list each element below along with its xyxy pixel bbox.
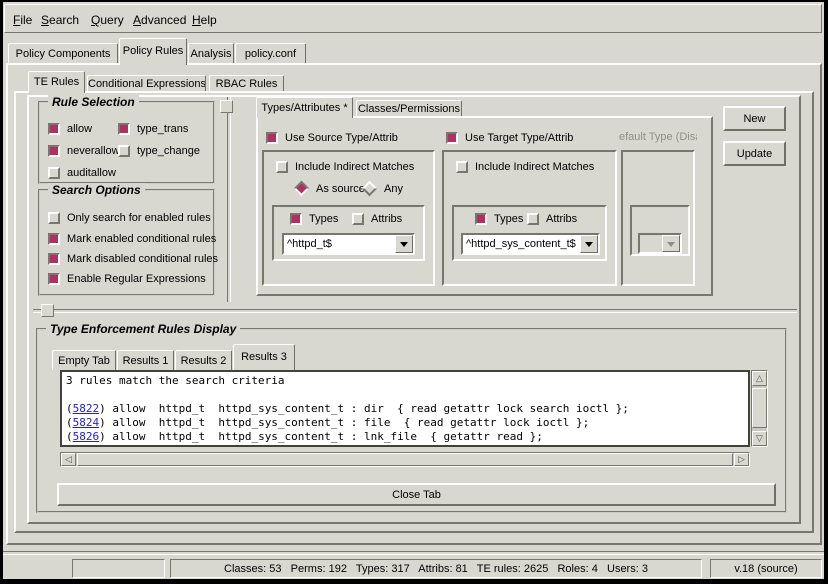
checkbox-indicator bbox=[527, 213, 539, 225]
checkbox-source-attribs[interactable]: Attribs bbox=[352, 212, 402, 225]
rule-text: ) allow httpd_t httpd_sys_content_t : di… bbox=[99, 402, 629, 415]
checkbox-target-indirect[interactable]: Include Indirect Matches bbox=[456, 160, 594, 173]
checkbox-source-types[interactable]: Types bbox=[290, 212, 338, 225]
target-type-combobox[interactable]: ^httpd_sys_content_t$ bbox=[461, 233, 600, 255]
rule-id-link[interactable]: 5824 bbox=[73, 416, 100, 429]
target-type-value[interactable]: ^httpd_sys_content_t$ bbox=[463, 235, 580, 253]
rule-id-link[interactable]: 5822 bbox=[73, 402, 100, 415]
checkbox-label: Include Indirect Matches bbox=[295, 161, 414, 173]
tab-results-3[interactable]: Results 3 bbox=[233, 344, 295, 370]
close-tab-button[interactable]: Close Tab bbox=[57, 483, 776, 506]
checkbox-indicator bbox=[352, 213, 364, 225]
rule-text: ( bbox=[66, 402, 73, 415]
rule-text: ( bbox=[66, 416, 73, 429]
radio-indicator bbox=[362, 181, 378, 197]
checkbox-indicator bbox=[276, 161, 288, 173]
rule-row: (5824) allow httpd_t httpd_sys_content_t… bbox=[66, 416, 744, 430]
dropdown-arrow-button[interactable] bbox=[580, 235, 598, 253]
checkbox-indicator bbox=[266, 132, 278, 144]
results-summary: 3 rules match the search criteria bbox=[66, 374, 744, 388]
status-panel-stats: Classes: 53 Perms: 192 Types: 317 Attrib… bbox=[170, 559, 702, 578]
radio-label: As source bbox=[316, 183, 365, 195]
chevron-down-icon bbox=[400, 242, 408, 251]
default-type-label: efault Type (Disa bbox=[619, 131, 697, 144]
results-group-title: Type Enforcement Rules Display bbox=[46, 322, 240, 336]
radio-as-source[interactable]: As source bbox=[294, 182, 365, 195]
checkbox-indicator bbox=[290, 213, 302, 225]
checkbox-label: Attribs bbox=[371, 213, 402, 225]
rule-text: ) allow httpd_t httpd_sys_content_t : fi… bbox=[99, 416, 589, 429]
checkbox-label: Use Source Type/Attrib bbox=[285, 132, 398, 144]
horizontal-sash-handle[interactable] bbox=[41, 304, 54, 317]
dropdown-arrow-button[interactable] bbox=[395, 235, 413, 253]
source-type-value[interactable]: ^httpd_t$ bbox=[284, 235, 395, 253]
tab-empty-tab[interactable]: Empty Tab bbox=[52, 350, 116, 370]
rule-row: (5826) allow httpd_t httpd_sys_content_t… bbox=[66, 430, 744, 444]
rule-row: (5822) allow httpd_t httpd_sys_content_t… bbox=[66, 402, 744, 416]
apol-window: File Search Query Advanced Help Policy C… bbox=[0, 0, 828, 584]
source-type-combobox[interactable]: ^httpd_t$ bbox=[282, 233, 415, 255]
dropdown-arrow-button bbox=[662, 235, 680, 252]
horizontal-scrollbar-thumb[interactable] bbox=[77, 453, 733, 466]
horizontal-scrollbar[interactable]: ◁ ▷ bbox=[60, 452, 750, 467]
scroll-right-arrow-icon[interactable]: ▷ bbox=[734, 453, 749, 466]
checkbox-target-types[interactable]: Types bbox=[475, 212, 523, 225]
default-type-combobox bbox=[638, 233, 682, 254]
checkbox-label: Types bbox=[494, 213, 523, 225]
tab-results-2[interactable]: Results 2 bbox=[175, 350, 232, 370]
checkbox-use-target-type[interactable]: Use Target Type/Attrib bbox=[446, 131, 573, 144]
update-button[interactable]: Update bbox=[723, 141, 786, 166]
radio-any[interactable]: Any bbox=[362, 182, 403, 195]
checkbox-source-indirect[interactable]: Include Indirect Matches bbox=[276, 160, 414, 173]
horizontal-sash bbox=[33, 309, 797, 313]
checkbox-label: Include Indirect Matches bbox=[475, 161, 594, 173]
status-panel-version: v.18 (source) bbox=[710, 559, 822, 578]
checkbox-indicator bbox=[475, 213, 487, 225]
rule-id-link[interactable]: 5826 bbox=[73, 430, 100, 443]
checkbox-label: Attribs bbox=[546, 213, 577, 225]
vertical-scrollbar-thumb[interactable] bbox=[752, 388, 767, 428]
scroll-down-arrow-icon[interactable]: ▽ bbox=[752, 431, 767, 446]
scroll-left-arrow-icon[interactable]: ◁ bbox=[61, 453, 76, 466]
checkbox-target-attribs[interactable]: Attribs bbox=[527, 212, 577, 225]
status-bar-separator bbox=[2, 551, 824, 555]
radio-label: Any bbox=[384, 183, 403, 195]
scroll-up-arrow-icon[interactable]: △ bbox=[752, 371, 767, 386]
checkbox-indicator bbox=[456, 161, 468, 173]
status-panel-empty bbox=[72, 559, 165, 578]
vertical-scrollbar[interactable]: △ ▽ bbox=[751, 370, 768, 447]
chevron-down-icon bbox=[667, 242, 675, 251]
checkbox-use-source-type[interactable]: Use Source Type/Attrib bbox=[266, 131, 398, 144]
checkbox-label: Use Target Type/Attrib bbox=[465, 132, 573, 144]
rule-text: ) allow httpd_t httpd_sys_content_t : ln… bbox=[99, 430, 543, 443]
tab-results-1[interactable]: Results 1 bbox=[117, 350, 174, 370]
rule-text: ( bbox=[66, 430, 73, 443]
results-text-area[interactable]: 3 rules match the search criteria (5822)… bbox=[60, 370, 750, 447]
new-button[interactable]: New bbox=[723, 106, 786, 131]
radio-indicator bbox=[294, 181, 310, 197]
chevron-down-icon bbox=[585, 242, 593, 251]
checkbox-indicator bbox=[446, 132, 458, 144]
default-type-value bbox=[640, 235, 662, 252]
checkbox-label: Types bbox=[309, 213, 338, 225]
